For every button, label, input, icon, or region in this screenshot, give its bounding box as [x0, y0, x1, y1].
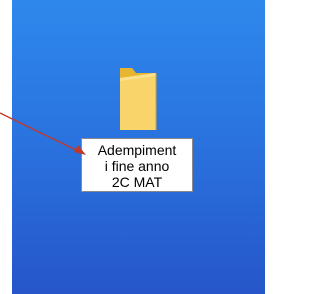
label-line-3: 2C MAT — [111, 174, 163, 190]
label-line-1: Adempiment — [97, 142, 177, 158]
folder-icon[interactable] — [114, 64, 162, 134]
desktop-background: Adempiment i fine anno 2C MAT — [12, 0, 265, 294]
desktop-icon-label[interactable]: Adempiment i fine anno 2C MAT — [81, 138, 193, 192]
label-line-2: i fine anno — [104, 158, 170, 174]
